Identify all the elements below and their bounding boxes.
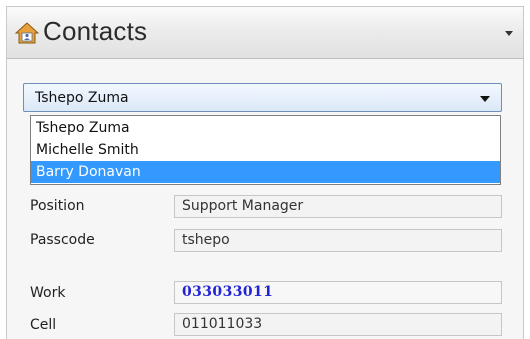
- cell-label: Cell: [30, 317, 57, 333]
- cell-phone-field: 011011033: [174, 313, 502, 336]
- dropdown-option[interactable]: Michelle Smith: [31, 139, 500, 161]
- contact-dropdown-list: Tshepo Zuma Michelle Smith Barry Donavan: [30, 115, 501, 185]
- contact-select[interactable]: Tshepo Zuma: [23, 83, 502, 112]
- passcode-field: tshepo: [174, 229, 502, 252]
- dropdown-option[interactable]: Tshepo Zuma: [31, 117, 500, 139]
- passcode-label: Passcode: [30, 232, 95, 248]
- work-phone-field: 033033011: [174, 281, 502, 304]
- position-field: Support Manager: [174, 195, 502, 218]
- work-label: Work: [30, 285, 66, 301]
- dropdown-arrow-icon[interactable]: [480, 96, 490, 102]
- contact-select-value: Tshepo Zuma: [35, 90, 129, 106]
- position-label: Position: [30, 198, 85, 214]
- panel-title: Contacts: [43, 16, 148, 46]
- contacts-home-icon: [14, 21, 40, 45]
- panel-header[interactable]: Contacts: [7, 7, 523, 59]
- dropdown-option-highlighted[interactable]: Barry Donavan: [31, 161, 500, 183]
- chevron-down-icon[interactable]: [505, 31, 513, 36]
